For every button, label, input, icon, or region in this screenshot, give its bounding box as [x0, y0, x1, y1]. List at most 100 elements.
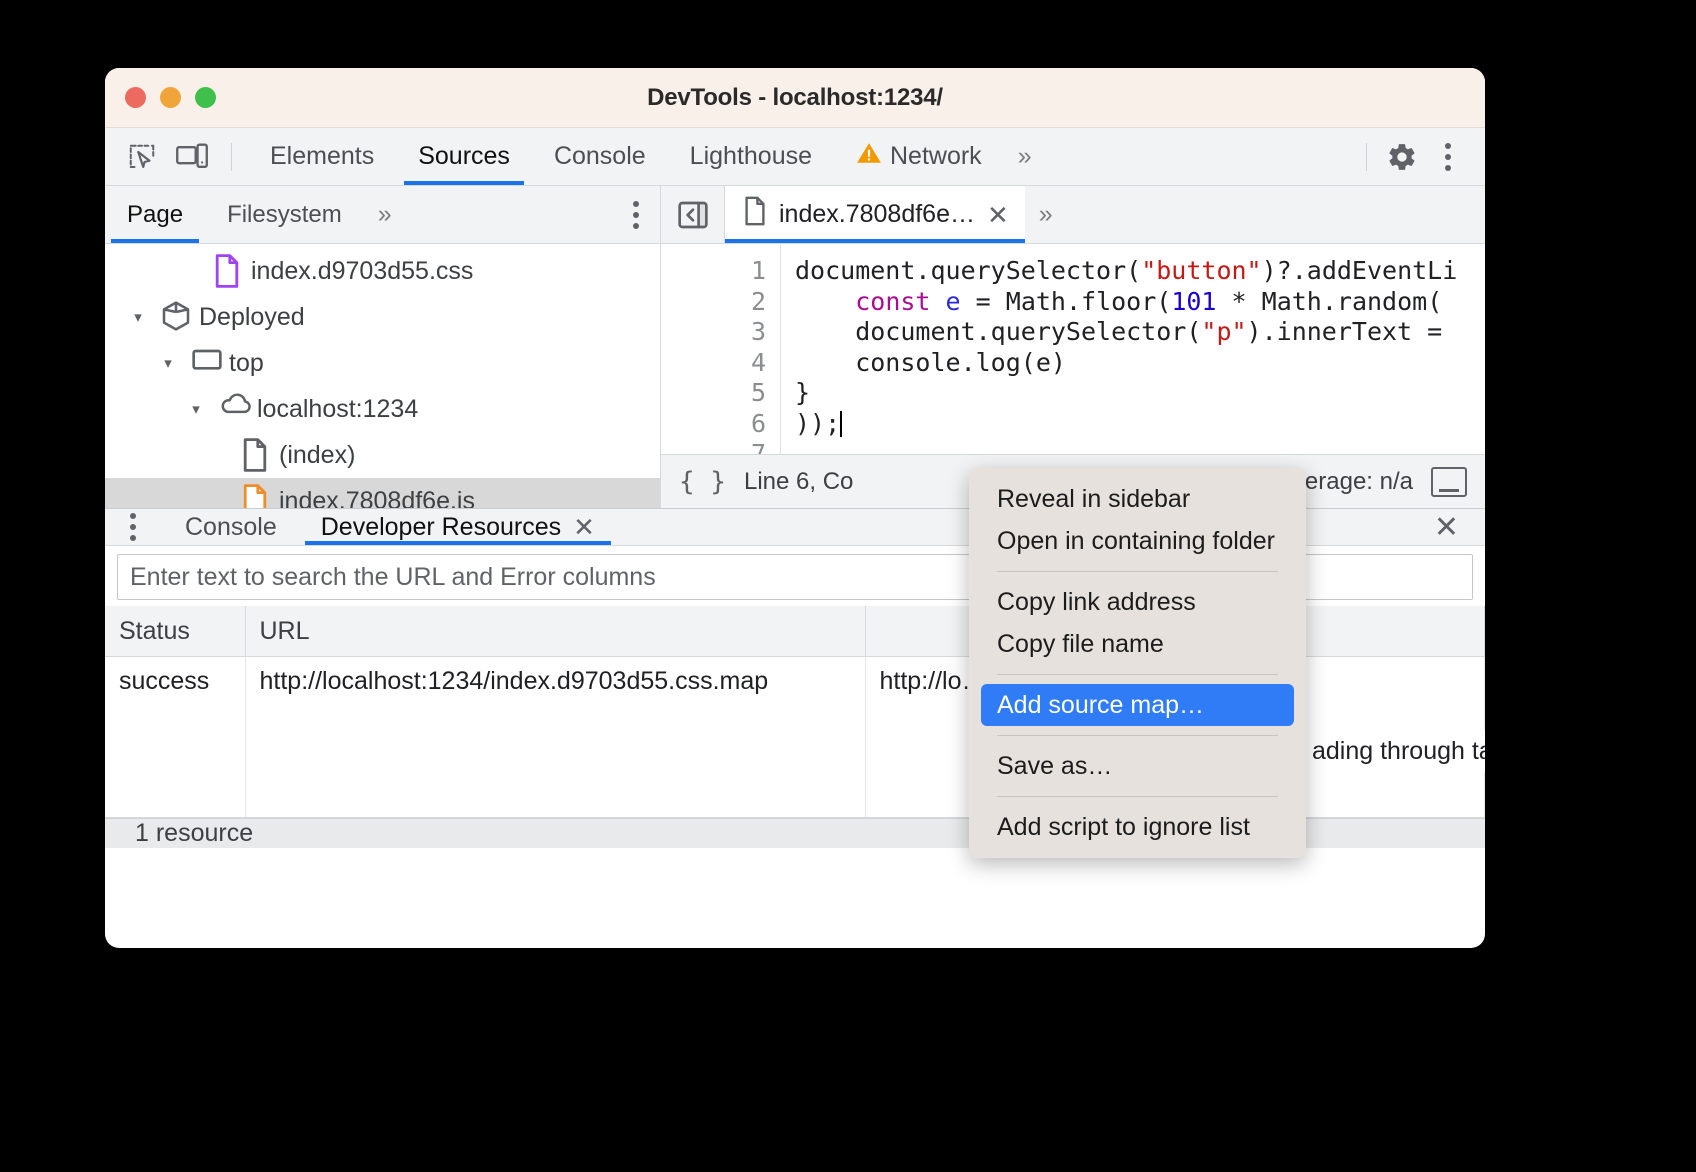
editor-more-tabs-chevron-icon[interactable]: »	[1025, 200, 1064, 229]
truncated-header-text: ading through target	[1312, 730, 1485, 772]
nav-tab-page[interactable]: Page	[105, 186, 205, 243]
editor-tab-index-js[interactable]: index.7808df6e… ✕	[725, 186, 1025, 243]
code-line: }	[795, 378, 1485, 409]
warning-triangle-icon	[856, 141, 882, 172]
chevron-down-icon[interactable]: ▾	[183, 400, 209, 418]
collapse-drawer-icon[interactable]	[1431, 467, 1467, 497]
navigator-tab-strip: Page Filesystem »	[105, 186, 660, 244]
code-line: console.log(e)	[795, 348, 1485, 379]
close-icon[interactable]: ✕	[573, 514, 595, 540]
tree-item-js-selected[interactable]: index.7808df6e.js	[105, 478, 660, 508]
context-menu[interactable]: Reveal in sidebarOpen in containing fold…	[969, 468, 1306, 858]
line-number: 4	[661, 348, 766, 379]
code-content[interactable]: document.querySelector("button")?.addEve…	[781, 244, 1485, 454]
tab-lighthouse[interactable]: Lighthouse	[668, 128, 834, 185]
css-file-icon	[213, 254, 241, 288]
code-line: ));	[795, 409, 1485, 440]
code-token: e	[946, 287, 961, 316]
context-menu-item[interactable]: Add script to ignore list	[969, 806, 1306, 848]
chevron-down-icon[interactable]: ▾	[125, 308, 151, 326]
close-icon[interactable]: ✕	[987, 202, 1009, 228]
nav-tab-filesystem-label: Filesystem	[227, 201, 342, 229]
context-menu-separator	[997, 796, 1278, 797]
navigator-pane: Page Filesystem »	[105, 186, 661, 508]
nav-tab-filesystem[interactable]: Filesystem	[205, 186, 364, 243]
line-number: 6	[661, 409, 766, 440]
context-menu-item[interactable]: Copy file name	[969, 623, 1306, 665]
tree-item-label: index.7808df6e.js	[279, 487, 475, 509]
context-menu-item[interactable]: Add source map…	[981, 684, 1294, 726]
devtools-tab-strip: Elements Sources Console Lighthouse	[248, 128, 1043, 185]
cell-status: success	[105, 656, 245, 702]
toolbar-right-group	[1354, 136, 1471, 178]
code-line: const e = Math.floor(101 * Math.random(	[795, 287, 1485, 318]
drawer-tab-console[interactable]: Console	[163, 509, 299, 545]
editor-pane: index.7808df6e… ✕ » 1 2 3 4 5 6 7 8	[661, 186, 1485, 508]
tab-network[interactable]: Network	[834, 128, 1004, 185]
show-navigator-icon[interactable]	[661, 186, 725, 243]
nav-more-tabs-chevron-icon[interactable]: »	[364, 200, 403, 229]
context-menu-separator	[997, 674, 1278, 675]
column-header-url[interactable]: URL	[245, 606, 865, 656]
code-token: const	[855, 287, 930, 316]
devtools-window: DevTools - localhost:1234/ Elem	[105, 68, 1485, 948]
js-file-icon	[241, 484, 269, 508]
code-token: * Math.random(	[1216, 287, 1442, 316]
kebab-menu-icon[interactable]	[1425, 136, 1471, 178]
devtools-toolbar: Elements Sources Console Lighthouse	[105, 128, 1485, 186]
tab-console[interactable]: Console	[532, 128, 668, 185]
toolbar-divider-right	[1366, 143, 1367, 171]
code-editor[interactable]: 1 2 3 4 5 6 7 8 document.querySelector("…	[661, 244, 1485, 454]
code-line: document.querySelector("p").innerText =	[795, 317, 1485, 348]
tab-lighthouse-label: Lighthouse	[690, 142, 812, 171]
code-token: ).innerText =	[1247, 317, 1458, 346]
context-menu-item[interactable]: Save as…	[969, 745, 1306, 787]
tree-item-index[interactable]: (index)	[105, 432, 660, 478]
tree-item-label: top	[229, 349, 264, 378]
code-token: document.querySelector(	[795, 256, 1141, 285]
document-file-icon	[743, 196, 767, 233]
tab-console-label: Console	[554, 142, 646, 171]
drawer-menu-icon[interactable]	[129, 513, 137, 541]
file-tree: index.d9703d55.css ▾ Deployed ▾	[105, 244, 660, 508]
tree-item-top[interactable]: ▾ top	[105, 340, 660, 386]
device-toolbar-icon[interactable]	[169, 136, 215, 178]
line-number: 2	[661, 287, 766, 318]
more-tabs-chevron-icon[interactable]: »	[1004, 142, 1043, 171]
line-number: 1	[661, 256, 766, 287]
tab-sources-label: Sources	[418, 142, 510, 171]
cube-icon	[161, 300, 189, 334]
tree-item-deployed[interactable]: ▾ Deployed	[105, 294, 660, 340]
editor-tab-strip: index.7808df6e… ✕ »	[661, 186, 1485, 244]
chevron-down-icon[interactable]: ▾	[155, 354, 181, 372]
context-menu-item[interactable]: Open in containing folder	[969, 520, 1306, 562]
line-number: 5	[661, 378, 766, 409]
code-token: }	[795, 378, 810, 407]
drawer-tab-developer-resources[interactable]: Developer Resources ✕	[299, 509, 617, 545]
editor-tab-label: index.7808df6e…	[779, 200, 975, 229]
code-line: document.querySelector("button")?.addEve…	[795, 256, 1485, 287]
tree-item-label: index.d9703d55.css	[251, 257, 473, 286]
code-token: "p"	[1201, 317, 1246, 346]
kebab-dots	[1444, 143, 1452, 171]
navigator-more-options-icon[interactable]	[632, 201, 640, 229]
tab-sources[interactable]: Sources	[396, 128, 532, 185]
tree-item-css-top[interactable]: index.d9703d55.css	[105, 248, 660, 294]
drawer-close-icon[interactable]: ✕	[1434, 510, 1459, 545]
code-token	[795, 287, 855, 316]
tab-elements[interactable]: Elements	[248, 128, 396, 185]
window-title: DevTools - localhost:1234/	[105, 84, 1485, 112]
sources-panel: Page Filesystem »	[105, 186, 1485, 508]
gear-icon[interactable]	[1379, 136, 1425, 178]
code-token: "button"	[1141, 256, 1261, 285]
tree-item-localhost[interactable]: ▾ localhost:1234	[105, 386, 660, 432]
pretty-print-icon[interactable]: { }	[679, 467, 726, 497]
frame-icon	[191, 346, 219, 380]
inspect-element-icon[interactable]	[119, 136, 165, 178]
document-file-icon	[241, 438, 269, 472]
column-header-status[interactable]: Status	[105, 606, 245, 656]
context-menu-item[interactable]: Copy link address	[969, 581, 1306, 623]
tab-elements-label: Elements	[270, 142, 374, 171]
code-token: )?.addEventLi	[1262, 256, 1458, 285]
context-menu-item[interactable]: Reveal in sidebar	[969, 478, 1306, 520]
